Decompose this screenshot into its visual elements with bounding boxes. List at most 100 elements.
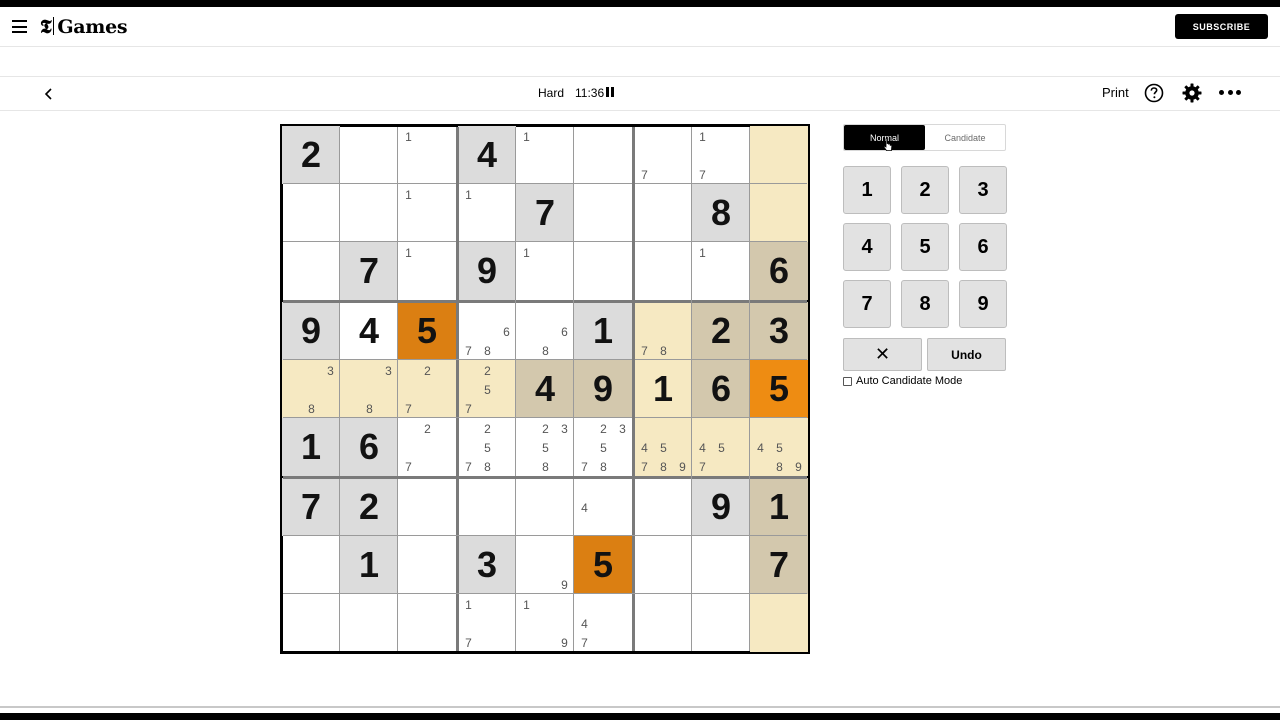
cell-r7c1[interactable]: 7 [282, 478, 340, 536]
candidate-mode-button[interactable]: Candidate [925, 125, 1005, 150]
cell-r8c6[interactable]: 5 [574, 536, 632, 594]
print-button[interactable]: Print [1102, 85, 1129, 100]
cell-r3c1[interactable] [282, 242, 340, 300]
subscribe-button[interactable]: SUBSCRIBE [1175, 14, 1268, 39]
cell-r8c2[interactable]: 1 [340, 536, 398, 594]
cell-r7c5[interactable] [516, 478, 574, 536]
cell-r6c4[interactable]: 2 578 [458, 418, 516, 476]
cell-r6c2[interactable]: 6 [340, 418, 398, 476]
cell-r2c9[interactable] [750, 184, 808, 242]
number-key-1[interactable]: 1 [843, 166, 891, 214]
settings-gear-icon[interactable] [1182, 83, 1202, 103]
cell-r6c9[interactable]: 45 89 [750, 418, 808, 476]
cell-r7c7[interactable] [634, 478, 692, 536]
number-key-3[interactable]: 3 [959, 166, 1007, 214]
cell-r8c4[interactable]: 3 [458, 536, 516, 594]
cell-r3c5[interactable]: 1 [516, 242, 574, 300]
cell-r8c3[interactable] [398, 536, 456, 594]
cell-r9c7[interactable] [634, 594, 692, 652]
cell-r5c9[interactable]: 5 [750, 360, 808, 418]
cell-r7c8[interactable]: 9 [692, 478, 750, 536]
cell-r6c8[interactable]: 457 [692, 418, 750, 476]
erase-button[interactable]: ✕ [843, 338, 922, 371]
cell-r7c9[interactable]: 1 [750, 478, 808, 536]
cell-r4c1[interactable]: 9 [282, 302, 340, 360]
cell-r1c7[interactable]: 7 [634, 126, 692, 184]
cell-r5c2[interactable]: 38 [340, 360, 398, 418]
cell-r2c1[interactable] [282, 184, 340, 242]
auto-candidate-checkbox[interactable] [843, 376, 852, 386]
cell-r6c1[interactable]: 1 [282, 418, 340, 476]
cell-r2c7[interactable] [634, 184, 692, 242]
cell-r4c2[interactable]: 4 [340, 302, 398, 360]
cell-r3c3[interactable]: 1 [398, 242, 456, 300]
cell-r5c3[interactable]: 27 [398, 360, 456, 418]
cell-r3c6[interactable] [574, 242, 632, 300]
cell-r4c4[interactable]: 6 78 [458, 302, 516, 360]
cell-r2c2[interactable] [340, 184, 398, 242]
number-key-7[interactable]: 7 [843, 280, 891, 328]
cell-r6c6[interactable]: 23578 [574, 418, 632, 476]
cell-r8c8[interactable] [692, 536, 750, 594]
cell-r4c8[interactable]: 2 [692, 302, 750, 360]
cell-r6c5[interactable]: 235 8 [516, 418, 574, 476]
cell-r3c4[interactable]: 9 [458, 242, 516, 300]
menu-icon[interactable] [12, 20, 27, 33]
cell-r1c6[interactable] [574, 126, 632, 184]
undo-button[interactable]: Undo [927, 338, 1006, 371]
cell-r3c9[interactable]: 6 [750, 242, 808, 300]
cell-r2c5[interactable]: 7 [516, 184, 574, 242]
cell-r1c1[interactable]: 2 [282, 126, 340, 184]
cell-r1c5[interactable]: 1 [516, 126, 574, 184]
cell-r8c1[interactable] [282, 536, 340, 594]
cell-r4c6[interactable]: 1 [574, 302, 632, 360]
cell-r7c2[interactable]: 2 [340, 478, 398, 536]
cell-r8c5[interactable]: 9 [516, 536, 574, 594]
cell-r9c8[interactable] [692, 594, 750, 652]
cell-r6c3[interactable]: 27 [398, 418, 456, 476]
auto-candidate-toggle[interactable]: Auto Candidate Mode [843, 375, 962, 387]
cell-r5c5[interactable]: 4 [516, 360, 574, 418]
cell-r2c4[interactable]: 1 [458, 184, 516, 242]
cell-r3c7[interactable] [634, 242, 692, 300]
cell-r6c7[interactable]: 45789 [634, 418, 692, 476]
cell-r5c4[interactable]: 2 57 [458, 360, 516, 418]
cell-r1c2[interactable] [340, 126, 398, 184]
cell-r4c5[interactable]: 68 [516, 302, 574, 360]
cell-r3c8[interactable]: 1 [692, 242, 750, 300]
back-chevron-icon[interactable] [42, 87, 56, 101]
cell-r4c7[interactable]: 78 [634, 302, 692, 360]
cell-r9c9[interactable] [750, 594, 808, 652]
cell-r9c4[interactable]: 17 [458, 594, 516, 652]
number-key-5[interactable]: 5 [901, 223, 949, 271]
number-key-6[interactable]: 6 [959, 223, 1007, 271]
cell-r9c6[interactable]: 47 [574, 594, 632, 652]
cell-r8c7[interactable] [634, 536, 692, 594]
cell-r1c9[interactable] [750, 126, 808, 184]
cell-r9c5[interactable]: 19 [516, 594, 574, 652]
nyt-games-logo[interactable]: 𝕿 Games [40, 16, 128, 38]
cell-r9c2[interactable] [340, 594, 398, 652]
cell-r4c9[interactable]: 3 [750, 302, 808, 360]
cell-r7c4[interactable] [458, 478, 516, 536]
cell-r2c6[interactable] [574, 184, 632, 242]
cell-r9c3[interactable] [398, 594, 456, 652]
cell-r8c9[interactable]: 7 [750, 536, 808, 594]
cell-r5c1[interactable]: 38 [282, 360, 340, 418]
cell-r1c8[interactable]: 17 [692, 126, 750, 184]
more-options-icon[interactable] [1219, 90, 1241, 96]
number-key-2[interactable]: 2 [901, 166, 949, 214]
cell-r5c6[interactable]: 9 [574, 360, 632, 418]
cell-r2c8[interactable]: 8 [692, 184, 750, 242]
cell-r9c1[interactable] [282, 594, 340, 652]
number-key-9[interactable]: 9 [959, 280, 1007, 328]
cell-r2c3[interactable]: 1 [398, 184, 456, 242]
cell-r5c7[interactable]: 1 [634, 360, 692, 418]
cell-r4c3[interactable]: 5 [398, 302, 456, 360]
cell-r7c3[interactable] [398, 478, 456, 536]
number-key-8[interactable]: 8 [901, 280, 949, 328]
help-icon[interactable] [1144, 83, 1164, 103]
cell-r3c2[interactable]: 7 [340, 242, 398, 300]
cell-r1c4[interactable]: 4 [458, 126, 516, 184]
pause-icon[interactable] [606, 87, 614, 97]
